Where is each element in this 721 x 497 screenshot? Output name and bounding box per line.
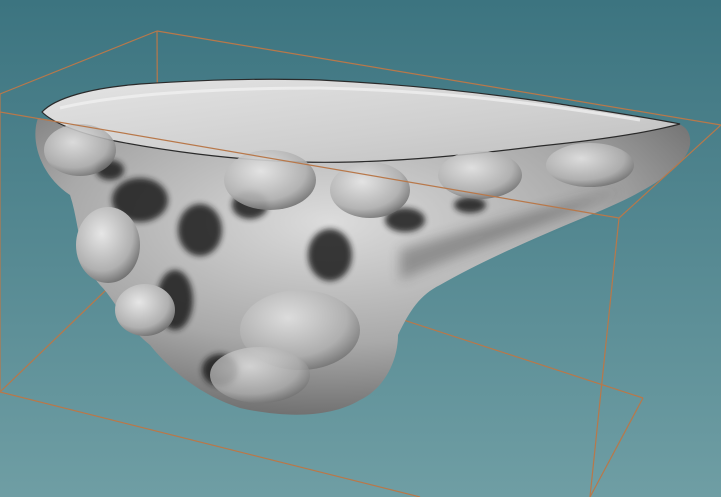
- viewport-canvas[interactable]: [0, 0, 721, 497]
- 3d-viewport[interactable]: [0, 0, 721, 497]
